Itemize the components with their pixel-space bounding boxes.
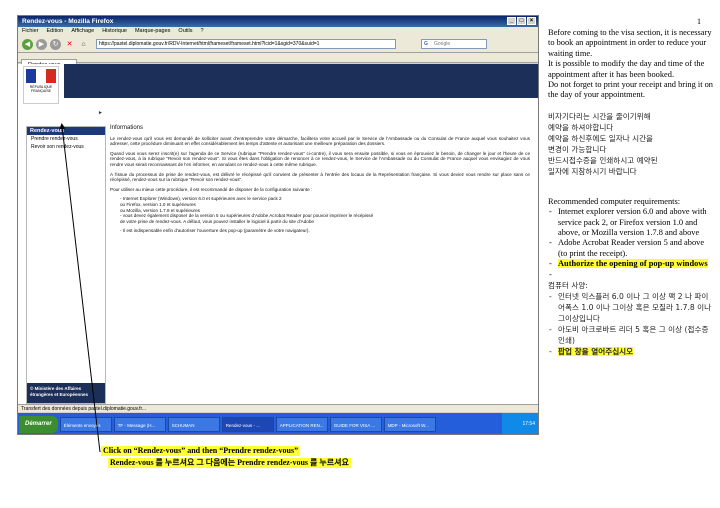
taskbar-item[interactable]: Éléments envoyés <box>59 417 112 432</box>
stop-icon[interactable]: ✕ <box>64 39 75 50</box>
window-title: Rendez-vous - Mozilla Firefox <box>22 18 114 25</box>
menu-rendez-vous[interactable]: Rendez-vous <box>27 127 105 135</box>
requirement-item-ko-highlight: 팝업 창을 열어주십시오 <box>548 346 713 357</box>
web-page: RÉPUBLIQUE FRANÇAISE ► Rendez-vous Prend… <box>18 64 538 404</box>
content-paragraph: Pour utiliser au mieux cette procédure, … <box>110 186 313 192</box>
separator-dash: - <box>549 269 552 279</box>
header-curve <box>88 98 538 110</box>
requirement-line: - Il est indispensable enfin d'autoriser… <box>120 228 310 234</box>
taskbar-item[interactable]: SCHUMAN <box>167 417 220 432</box>
window-controls: _ □ × <box>507 17 536 25</box>
caption-english: Click on “Rendez-vous” and then “Prendre… <box>101 446 301 456</box>
instruction-ko-line: 변경이 가능합니다 <box>548 144 607 154</box>
menu-outils[interactable]: Outils <box>178 27 192 36</box>
minimize-icon[interactable]: _ <box>507 17 516 25</box>
home-icon[interactable]: ⌂ <box>78 39 89 50</box>
requirement-item-highlight: Authorize the opening of pop-up windows <box>548 259 713 270</box>
taskbar-clock: 17:54 <box>502 413 538 434</box>
instructions-column: Before coming to the visa section, it is… <box>548 28 713 357</box>
menu-edition[interactable]: Edition <box>47 27 64 36</box>
taskbar-item[interactable]: GUIDE FOR VISA ... <box>329 417 382 432</box>
taskbar-item[interactable]: APPLICATION REN... <box>275 417 328 432</box>
taskbar-item[interactable]: Rendez-vous - ... <box>221 417 274 432</box>
requirement-item-ko: 인터넷 익스플러 6.0 이나 그 이상 팩 2 나 파이어폭스 1.0 이나 … <box>548 291 713 324</box>
instruction-ko-line: 비자기다리는 시간을 줄이기위해 <box>548 111 651 121</box>
instruction-ko-line: 예약을 하신후에도 일자나 시간을 <box>548 133 654 143</box>
ministry-footer: © Ministère des Affaires étrangères et E… <box>27 383 105 403</box>
logo-text: RÉPUBLIQUE FRANÇAISE <box>29 85 53 93</box>
search-input[interactable]: G Google <box>421 39 487 49</box>
header-band <box>64 64 538 98</box>
left-menu: Rendez-vous Prendre rendez-vous Revoir s… <box>26 126 106 404</box>
menu-revoir-rendez-vous[interactable]: Revoir son rendez-vous <box>27 143 105 151</box>
site-header: RÉPUBLIQUE FRANÇAISE <box>18 64 538 110</box>
breadcrumb: ► <box>98 110 103 116</box>
menu-affichage[interactable]: Affichage <box>71 27 94 36</box>
taskbar-item[interactable]: TF - Message (H... <box>113 417 166 432</box>
close-icon[interactable]: × <box>527 17 536 25</box>
back-icon[interactable]: ◀ <box>22 38 33 50</box>
url-bar[interactable]: https://pastel.diplomatie.gouv.fr/RDV-In… <box>96 39 396 49</box>
requirement-item: Adobe Acrobat Reader version 5 and above… <box>548 238 713 259</box>
instruction-ko-line: 예약을 하셔야합니다 <box>548 122 614 132</box>
reload-icon[interactable]: ↻ <box>50 38 61 50</box>
instruction-modify: It is possible to modify the day and tim… <box>548 59 705 79</box>
google-icon: G <box>424 41 428 47</box>
window-titlebar: Rendez-vous - Mozilla Firefox _ □ × <box>18 16 538 27</box>
maximize-icon[interactable]: □ <box>517 17 526 25</box>
tab-strip: Rendez-vous <box>18 53 538 69</box>
requirements-title: Recommended computer requirements: <box>548 196 681 206</box>
french-flag-icon <box>26 69 56 83</box>
content-paragraph: Quand vous vous serez inscrit(e) sur l'a… <box>110 150 530 167</box>
content-paragraph: A l'issue du processus de prise de rende… <box>110 171 530 183</box>
instruction-print: Do not forget to print your receipt and … <box>548 80 713 100</box>
popup-requirement-ko: 팝업 창을 열어주십시오 <box>558 347 634 357</box>
requirements-title-ko: 컴퓨터 사양: <box>548 281 588 291</box>
search-placeholder: Google <box>434 41 451 47</box>
republique-francaise-logo: RÉPUBLIQUE FRANÇAISE <box>23 66 59 104</box>
caption-korean: Rendez-vous 를 누르셔요 그 다음에는 Prendre rendez… <box>108 458 351 468</box>
popup-requirement: Authorize the opening of pop-up windows <box>558 259 708 269</box>
page-number: 1 <box>697 17 701 26</box>
information-content: Informations Le rendez-vous qu'il vous e… <box>110 125 530 234</box>
requirement-item: Internet explorer version 6.0 and above … <box>548 207 713 238</box>
navigation-toolbar: ◀ ▶ ↻ ✕ ⌂ https://pastel.diplomatie.gouv… <box>18 36 538 53</box>
menu-help[interactable]: ? <box>200 27 203 36</box>
content-heading: Informations <box>110 125 144 131</box>
menu-historique[interactable]: Historique <box>102 27 127 36</box>
requirements-list-ko: 인터넷 익스플러 6.0 이나 그 이상 팩 2 나 파이어폭스 1.0 이나 … <box>548 291 713 357</box>
status-bar: Transfert des données depuis pastel.dipl… <box>18 404 538 412</box>
content-paragraph: Le rendez-vous qu'il vous est demandé de… <box>110 135 530 147</box>
forward-icon[interactable]: ▶ <box>36 38 47 50</box>
menu-prendre-rendez-vous[interactable]: Prendre rendez-vous <box>27 135 105 143</box>
requirement-line: de votre prise de rendez-vous. A défaut,… <box>120 218 314 224</box>
requirement-item-ko: 아도비 아크로바트 리더 5 혹은 그 이상 (접수증 인쇄) <box>548 324 713 346</box>
instruction-ko-line: 반드시접수증을 인쇄하시고 예약된 <box>548 155 658 165</box>
browser-screenshot: Rendez-vous - Mozilla Firefox _ □ × Fich… <box>17 15 539 435</box>
instruction-intro: Before coming to the visa section, it is… <box>548 28 712 58</box>
windows-taskbar: Démarrer Éléments envoyés TF - Message (… <box>18 413 538 434</box>
instruction-ko-line: 일자에 지참하시기 바랍니다 <box>548 166 637 176</box>
start-button[interactable]: Démarrer <box>19 416 58 433</box>
menu-marque-pages[interactable]: Marque-pages <box>135 27 170 36</box>
requirements-list: Internet explorer version 6.0 and above … <box>548 207 713 270</box>
taskbar-item[interactable]: MDP - Microsoft W... <box>383 417 436 432</box>
menu-bar: Fichier Edition Affichage Historique Mar… <box>18 27 538 36</box>
menu-fichier[interactable]: Fichier <box>22 27 39 36</box>
